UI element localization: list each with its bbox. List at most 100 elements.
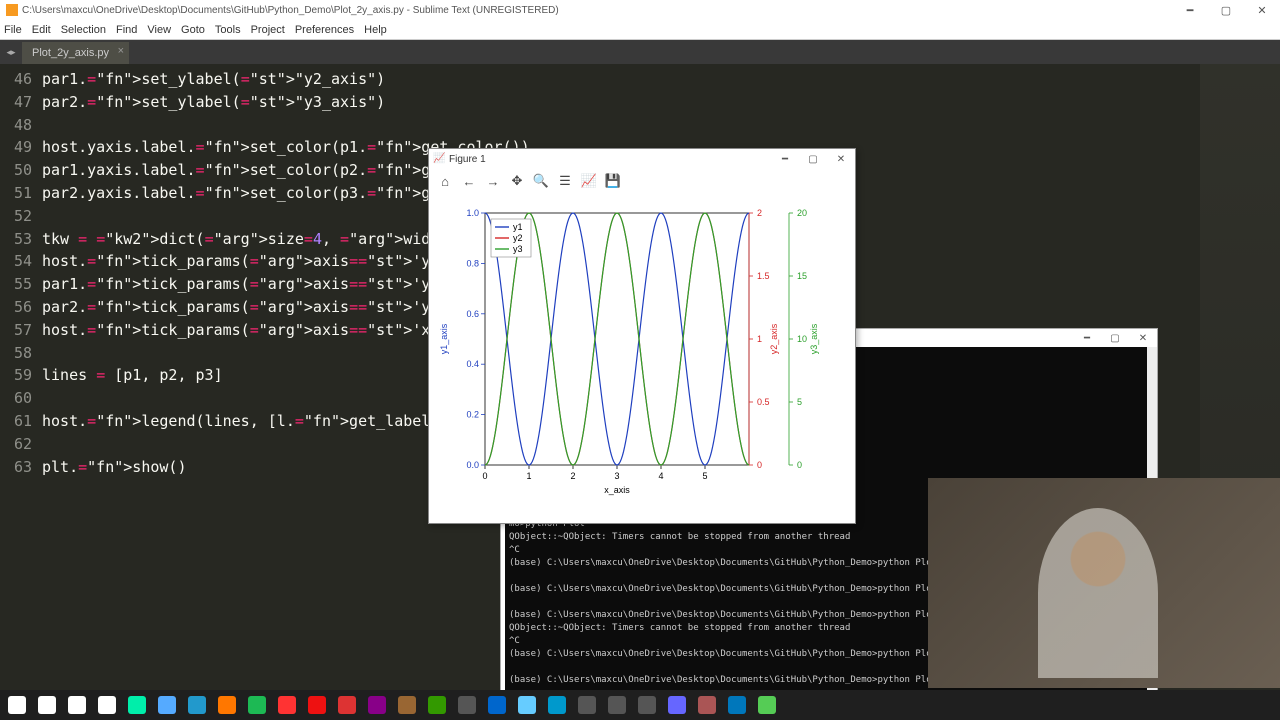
taskbar-icon[interactable] <box>368 696 386 714</box>
menu-goto[interactable]: Goto <box>181 24 205 36</box>
menu-help[interactable]: Help <box>364 24 387 36</box>
taskbar-icon[interactable] <box>638 696 656 714</box>
svg-text:1.5: 1.5 <box>757 271 770 281</box>
taskbar-icon[interactable] <box>728 696 746 714</box>
maximize-button[interactable]: ▢ <box>1208 0 1244 20</box>
close-button[interactable]: ✕ <box>1244 0 1280 20</box>
forward-icon[interactable]: → <box>485 173 501 189</box>
svg-text:5: 5 <box>797 397 802 407</box>
taskbar-icon[interactable] <box>488 696 506 714</box>
tab-scroll-icon[interactable]: ◂▸ <box>0 40 22 64</box>
svg-text:1.0: 1.0 <box>466 208 479 218</box>
menu-bar: File Edit Selection Find View Goto Tools Projec… <box>0 20 1280 40</box>
svg-text:0.2: 0.2 <box>466 410 479 420</box>
taskbar-icon[interactable] <box>668 696 686 714</box>
webcam-overlay <box>928 478 1280 688</box>
zoom-icon[interactable]: 🔍 <box>533 173 549 189</box>
home-icon[interactable]: ⌂ <box>437 173 453 189</box>
taskbar-icon[interactable] <box>188 696 206 714</box>
menu-preferences[interactable]: Preferences <box>295 24 354 36</box>
taskbar-icon[interactable] <box>128 696 146 714</box>
svg-text:0: 0 <box>757 460 762 470</box>
figure-window[interactable]: 📈 Figure 1 ━ ▢ ✕ ⌂ ← → ✥ 🔍 ☰ 📈 💾 0 1 2 3 4 5 x… <box>428 148 856 524</box>
taskbar-icon[interactable] <box>458 696 476 714</box>
taskbar-icon[interactable] <box>68 696 86 714</box>
svg-text:5: 5 <box>702 471 707 481</box>
svg-text:y2: y2 <box>513 233 523 243</box>
menu-edit[interactable]: Edit <box>32 24 51 36</box>
minimize-button[interactable]: ━ <box>1172 0 1208 20</box>
windows-taskbar[interactable] <box>0 690 1280 720</box>
svg-text:2: 2 <box>570 471 575 481</box>
menu-tools[interactable]: Tools <box>215 24 241 36</box>
window-title: C:\Users\maxcu\OneDrive\Desktop\Document… <box>22 5 559 16</box>
svg-text:10: 10 <box>797 334 807 344</box>
pan-icon[interactable]: ✥ <box>509 173 525 189</box>
taskbar-icon[interactable] <box>548 696 566 714</box>
taskbar-icon[interactable] <box>8 696 26 714</box>
svg-text:4: 4 <box>658 471 663 481</box>
terminal-maximize-button[interactable]: ▢ <box>1101 329 1129 347</box>
svg-text:3: 3 <box>614 471 619 481</box>
menu-file[interactable]: File <box>4 24 22 36</box>
matplotlib-toolbar: ⌂ ← → ✥ 🔍 ☰ 📈 💾 <box>429 169 855 193</box>
menu-selection[interactable]: Selection <box>61 24 106 36</box>
edit-axes-icon[interactable]: 📈 <box>581 173 597 189</box>
svg-text:0.5: 0.5 <box>757 397 770 407</box>
figure-maximize-button[interactable]: ▢ <box>799 149 827 169</box>
svg-text:y3: y3 <box>513 244 523 254</box>
terminal-close-button[interactable]: ✕ <box>1129 329 1157 347</box>
plot-canvas[interactable]: 0 1 2 3 4 5 x_axis 0.0 0.2 0.4 0.6 0.8 1.0 y1_axis 0 0.… <box>429 193 855 523</box>
tab-close-icon[interactable]: × <box>118 45 124 57</box>
figure-close-button[interactable]: ✕ <box>827 149 855 169</box>
taskbar-icon[interactable] <box>98 696 116 714</box>
svg-text:0.8: 0.8 <box>466 258 479 268</box>
save-icon[interactable]: 💾 <box>605 173 621 189</box>
tab-bar: ◂▸ Plot_2y_axis.py × <box>0 40 1280 64</box>
svg-text:y1: y1 <box>513 222 523 232</box>
figure-title: Figure 1 <box>449 154 486 165</box>
back-icon[interactable]: ← <box>461 173 477 189</box>
svg-text:1: 1 <box>757 334 762 344</box>
taskbar-icon[interactable] <box>428 696 446 714</box>
taskbar-icon[interactable] <box>698 696 716 714</box>
taskbar-icon[interactable] <box>248 696 266 714</box>
svg-text:0: 0 <box>797 460 802 470</box>
svg-text:15: 15 <box>797 271 807 281</box>
svg-text:0.0: 0.0 <box>466 460 479 470</box>
taskbar-icon[interactable] <box>758 696 776 714</box>
svg-text:y3_axis: y3_axis <box>809 323 819 354</box>
file-tab[interactable]: Plot_2y_axis.py × <box>22 42 129 64</box>
terminal-minimize-button[interactable]: ━ <box>1073 329 1101 347</box>
webcam-person <box>1038 508 1158 678</box>
line-number-gutter: 464748495051525354555657585960616263 <box>0 64 42 700</box>
app-icon <box>6 4 18 16</box>
menu-find[interactable]: Find <box>116 24 137 36</box>
menu-project[interactable]: Project <box>251 24 285 36</box>
tab-label: Plot_2y_axis.py <box>32 47 109 59</box>
svg-text:1: 1 <box>526 471 531 481</box>
taskbar-icon[interactable] <box>398 696 416 714</box>
figure-titlebar: 📈 Figure 1 ━ ▢ ✕ <box>429 149 855 169</box>
taskbar-icon[interactable] <box>338 696 356 714</box>
taskbar-icon[interactable] <box>278 696 296 714</box>
taskbar-icon[interactable] <box>308 696 326 714</box>
svg-text:2: 2 <box>757 208 762 218</box>
taskbar-icon[interactable] <box>158 696 176 714</box>
menu-view[interactable]: View <box>147 24 171 36</box>
taskbar-icon[interactable] <box>608 696 626 714</box>
main-titlebar: C:\Users\maxcu\OneDrive\Desktop\Document… <box>0 0 1280 20</box>
configure-icon[interactable]: ☰ <box>557 173 573 189</box>
svg-text:20: 20 <box>797 208 807 218</box>
taskbar-icon[interactable] <box>518 696 536 714</box>
svg-text:x_axis: x_axis <box>604 485 630 495</box>
figure-minimize-button[interactable]: ━ <box>771 149 799 169</box>
svg-text:y1_axis: y1_axis <box>439 323 449 354</box>
taskbar-icon[interactable] <box>218 696 236 714</box>
svg-text:0.6: 0.6 <box>466 309 479 319</box>
svg-text:0: 0 <box>482 471 487 481</box>
taskbar-icon[interactable] <box>38 696 56 714</box>
taskbar-icon[interactable] <box>578 696 596 714</box>
svg-text:0.4: 0.4 <box>466 359 479 369</box>
svg-text:y2_axis: y2_axis <box>769 323 779 354</box>
